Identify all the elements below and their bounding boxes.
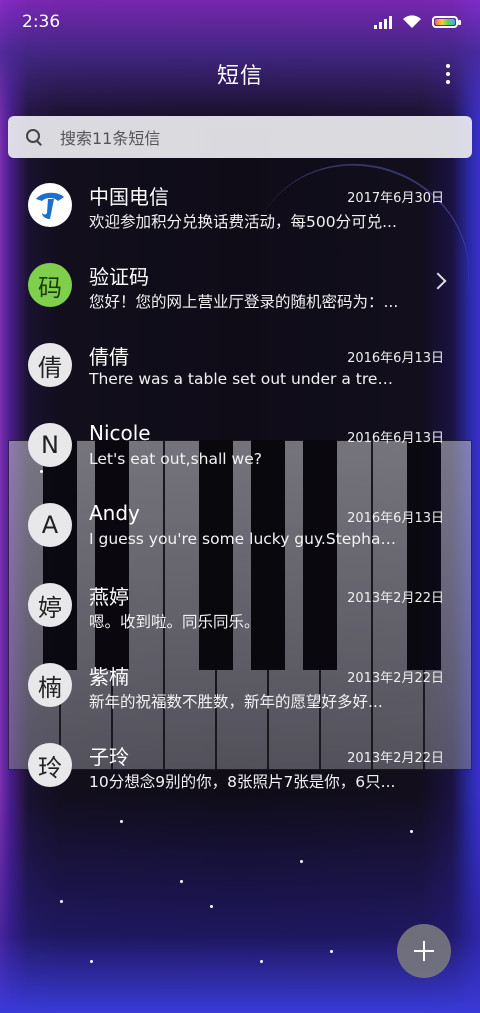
message-date: 2016年6月13日: [347, 431, 444, 446]
chevron-right-icon: [429, 272, 447, 290]
message-date: 2013年2月22日: [347, 751, 444, 766]
status-time: 2:36: [22, 12, 61, 32]
conversation-row[interactable]: A Andy 2016年6月13日 I guess you're some lu…: [0, 485, 480, 565]
app-header: 短信: [0, 50, 480, 98]
avatar: 楠: [28, 663, 72, 707]
conversation-row[interactable]: 楠 紫楠 2013年2月22日 新年的祝福数不胜数，新年的愿望好多好...: [0, 645, 480, 725]
message-preview: 欢迎参加积分兑换话费活动，每500分可兑...: [89, 213, 397, 231]
avatar: A: [28, 503, 72, 547]
signal-icon: [374, 15, 392, 29]
message-date: 2013年2月22日: [347, 591, 444, 606]
contact-name: 倩倩: [89, 345, 129, 369]
more-vertical-icon[interactable]: [446, 64, 450, 84]
contact-name: 验证码: [89, 265, 149, 289]
contact-name: Nicole: [89, 421, 151, 445]
message-preview: Let's eat out,shall we?: [89, 450, 262, 468]
message-preview: I guess you're some lucky guy.Stephani..…: [89, 530, 401, 548]
conversation-row[interactable]: N Nicole 2016年6月13日 Let's eat out,shall …: [0, 405, 480, 485]
message-preview: 10分想念9别的你，8张照片7张是你，6只...: [89, 773, 396, 791]
conversation-row[interactable]: 倩 倩倩 2016年6月13日 There was a table set ou…: [0, 325, 480, 405]
message-date: 2016年6月13日: [347, 511, 444, 526]
search-icon: [26, 129, 42, 145]
conversation-row[interactable]: 婷 燕婷 2013年2月22日 嗯。收到啦。同乐同乐。: [0, 565, 480, 645]
battery-icon: [432, 16, 461, 28]
search-input[interactable]: 搜索11条短信: [8, 116, 472, 158]
avatar: 倩: [28, 343, 72, 387]
message-date: 2016年6月13日: [347, 351, 444, 366]
conversation-row[interactable]: 中国电信 2017年6月30日 欢迎参加积分兑换话费活动，每500分可兑...: [0, 165, 480, 245]
contact-name: 燕婷: [89, 585, 129, 609]
new-message-button[interactable]: [397, 924, 451, 978]
status-bar: 2:36: [0, 0, 480, 44]
contact-name: 中国电信: [89, 185, 169, 209]
message-date: 2017年6月30日: [347, 191, 444, 206]
avatar: N: [28, 423, 72, 467]
china-telecom-logo-icon: [28, 183, 72, 227]
message-preview: There was a table set out under a tree i…: [89, 370, 401, 388]
page-title: 短信: [216, 64, 263, 89]
contact-name: 子玲: [89, 745, 129, 769]
conversation-list: 中国电信 2017年6月30日 欢迎参加积分兑换话费活动，每500分可兑... …: [0, 165, 480, 805]
search-placeholder: 搜索11条短信: [60, 129, 161, 148]
avatar: 玲: [28, 743, 72, 787]
message-preview: 嗯。收到啦。同乐同乐。: [89, 613, 260, 631]
message-date: 2013年2月22日: [347, 671, 444, 686]
message-preview: 您好！您的网上营业厅登录的随机密码为：...: [89, 293, 399, 311]
conversation-row[interactable]: 码 验证码 您好！您的网上营业厅登录的随机密码为：...: [0, 245, 480, 325]
conversation-row[interactable]: 玲 子玲 2013年2月22日 10分想念9别的你，8张照片7张是你，6只...: [0, 725, 480, 805]
avatar: 码: [28, 263, 72, 307]
contact-name: Andy: [89, 501, 140, 525]
wifi-icon: [403, 15, 421, 28]
plus-icon: [414, 941, 434, 961]
message-preview: 新年的祝福数不胜数，新年的愿望好多好...: [89, 693, 383, 711]
avatar: 婷: [28, 583, 72, 627]
contact-name: 紫楠: [89, 665, 129, 689]
